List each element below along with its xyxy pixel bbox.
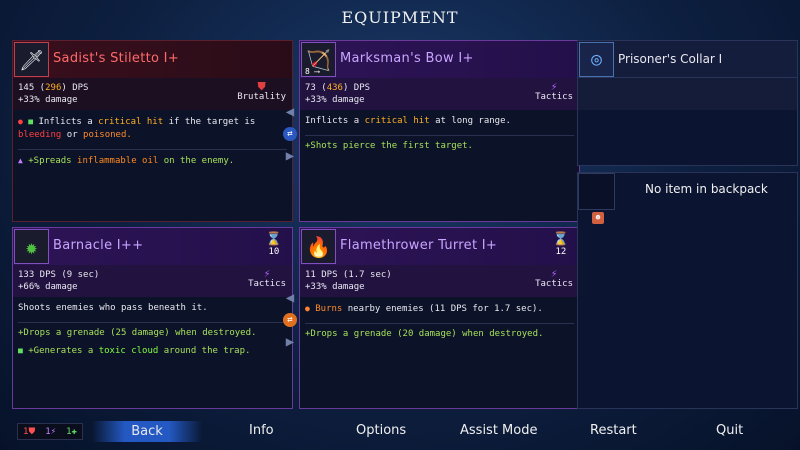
- hourglass-icon: ⌛: [265, 232, 282, 247]
- divider: [305, 323, 574, 324]
- fire-icon: ●: [305, 304, 310, 313]
- brutality-icon: ⛊: [257, 80, 266, 93]
- card-header: 🔥 Flamethrower Turret I+ ⌛ 12: [300, 228, 579, 265]
- stat-band: 145 (296) DPS +33% damage ⛊ Brutality: [13, 78, 292, 110]
- damage-line: +66% damage: [18, 282, 78, 292]
- scaling-tag: ⚡ Tactics: [248, 267, 286, 289]
- swap-weapons-control[interactable]: ◀ ⇄ ▶: [279, 104, 301, 164]
- modifier-line: +Drops a grenade (25 damage) when destro…: [18, 328, 257, 338]
- swap-icon[interactable]: ⇄: [283, 313, 297, 327]
- swap-skills-control[interactable]: ◀ ⇄ ▶: [279, 290, 301, 350]
- scaling-tag: ⛊ Brutality: [237, 80, 286, 102]
- effect-text: Shoots enemies who pass beneath it.: [18, 303, 208, 313]
- divider: [18, 322, 287, 323]
- options-button[interactable]: Options: [356, 423, 406, 438]
- back-button[interactable]: Back: [92, 421, 202, 442]
- arrow-right-icon: ▶: [285, 334, 295, 350]
- dps-line: 133 DPS (9 sec): [18, 270, 100, 280]
- skill-slot-1[interactable]: ✹ Barnacle I++ ⌛ 10 133 DPS (9 sec) +66%…: [12, 227, 293, 409]
- item-name: Flamethrower Turret I+: [340, 238, 498, 253]
- mutation-icon: ▲: [18, 156, 23, 165]
- divider: [305, 135, 574, 136]
- bow-icon: 🏹 8 ⟶: [301, 42, 336, 77]
- screen-title: EQUIPMENT: [341, 8, 459, 27]
- ammo-badge: 8 ⟶: [305, 67, 320, 76]
- arrow-right-icon: ▶: [285, 148, 295, 164]
- modifier-line: ▲ +Spreads inflammable oil on the enemy.: [18, 156, 235, 166]
- amulet-band: [578, 78, 797, 110]
- amulet-header: ◎ Prisoner's Collar I: [578, 41, 797, 78]
- info-button[interactable]: Info: [249, 423, 274, 438]
- arrow-left-icon: ◀: [285, 290, 295, 306]
- skill-slot-2[interactable]: 🔥 Flamethrower Turret I+ ⌛ 12 11 DPS (1.…: [299, 227, 580, 409]
- arrow-left-icon: ◀: [285, 104, 295, 120]
- quit-button[interactable]: Quit: [716, 423, 743, 438]
- item-name: Marksman's Bow I+: [340, 51, 474, 66]
- modifier-line: +Shots pierce the first target.: [305, 141, 473, 151]
- amulet-name: Prisoner's Collar I: [618, 52, 723, 66]
- cooldown: ⌛ 12: [552, 232, 569, 257]
- cooldown: ⌛ 10: [265, 232, 282, 257]
- flamethrower-icon: 🔥: [301, 229, 336, 264]
- scaling-tag: ⚡ Tactics: [535, 80, 573, 102]
- brutality-counter: 1⛊: [23, 426, 36, 437]
- swap-icon[interactable]: ⇄: [283, 127, 297, 141]
- divider: [18, 149, 287, 150]
- tactics-icon: ⚡: [550, 267, 558, 280]
- weapon-slot-2[interactable]: 🏹 8 ⟶ Marksman's Bow I+ 73 (436) DPS +33…: [299, 40, 580, 222]
- backpack-empty-text: No item in backpack: [645, 182, 768, 196]
- stat-band: 133 DPS (9 sec) +66% damage ⚡ Tactics: [13, 265, 292, 297]
- tactics-icon: ⚡: [263, 267, 271, 280]
- dps-line: 11 DPS (1.7 sec): [305, 270, 392, 280]
- damage-line: +33% damage: [305, 95, 365, 105]
- item-name: Barnacle I++: [53, 238, 144, 253]
- scaling-tag: ⚡ Tactics: [535, 267, 573, 289]
- stat-band: 11 DPS (1.7 sec) +33% damage ⚡ Tactics: [300, 265, 579, 297]
- assist-mode-button[interactable]: Assist Mode: [460, 423, 537, 438]
- prisoner-head-icon: ☻: [592, 212, 604, 224]
- backpack-item-frame: [578, 173, 615, 210]
- collar-icon: ◎: [579, 42, 614, 77]
- poison-icon: ■: [28, 117, 34, 126]
- amulet-slot[interactable]: ◎ Prisoner's Collar I: [577, 40, 798, 166]
- effect-text: Inflicts a critical hit at long range.: [305, 116, 511, 126]
- survival-icon: ■: [18, 346, 23, 355]
- bleed-icon: ●: [18, 117, 23, 126]
- tactics-counter: 1⚡: [45, 426, 57, 437]
- effect-text: ● Burns nearby enemies (11 DPS for 1.7 s…: [305, 304, 543, 314]
- dagger-icon: 🗡: [14, 42, 49, 77]
- barnacle-icon: ✹: [14, 229, 49, 264]
- weapon-slot-1[interactable]: 🗡 Sadist's Stiletto I+ 145 (296) DPS +33…: [12, 40, 293, 222]
- stat-counters: 1⛊ 1⚡ 1✚: [17, 423, 83, 440]
- restart-button[interactable]: Restart: [590, 423, 637, 438]
- dps-line: 73 (436) DPS: [305, 83, 371, 93]
- effect-text: ● ■ Inflicts a critical hit if the targe…: [18, 117, 256, 140]
- modifier-line: +Drops a grenade (20 damage) when destro…: [305, 329, 544, 339]
- backpack-slot[interactable]: ☻ No item in backpack: [577, 172, 798, 409]
- modifier-line: ■ +Generates a toxic cloud around the tr…: [18, 346, 251, 356]
- stat-band: 73 (436) DPS +33% damage ⚡ Tactics: [300, 78, 579, 110]
- card-header: ✹ Barnacle I++ ⌛ 10: [13, 228, 292, 265]
- item-name: Sadist's Stiletto I+: [53, 51, 180, 66]
- card-header: 🗡 Sadist's Stiletto I+: [13, 41, 292, 78]
- tactics-icon: ⚡: [550, 80, 558, 93]
- hourglass-icon: ⌛: [552, 232, 569, 247]
- card-header: 🏹 8 ⟶ Marksman's Bow I+: [300, 41, 579, 78]
- survival-counter: 1✚: [66, 426, 77, 437]
- damage-line: +33% damage: [305, 282, 365, 292]
